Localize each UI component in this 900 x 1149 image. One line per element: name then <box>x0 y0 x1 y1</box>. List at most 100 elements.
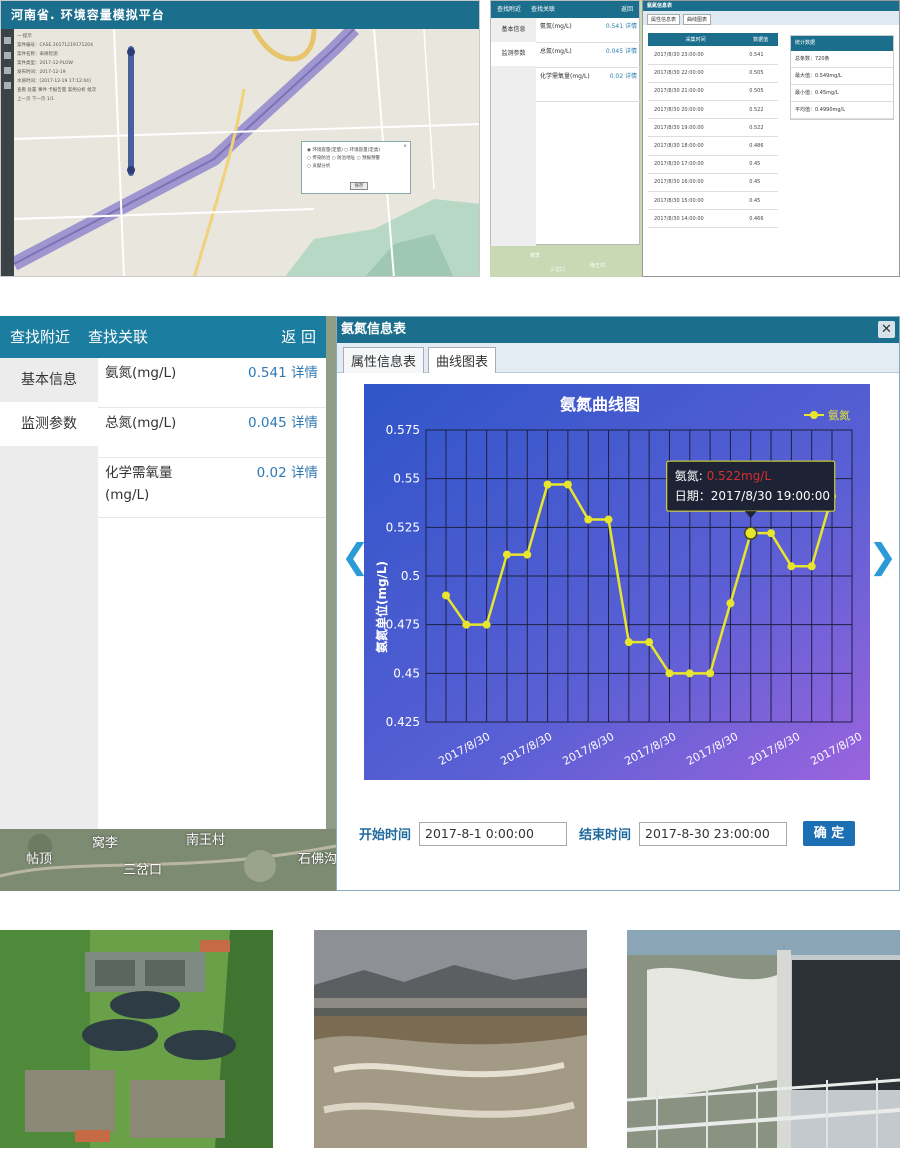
table-row: 2017/8/30 23:00:00 0.541 <box>648 46 778 65</box>
param-row-cod: 化学需氧量 (mg/L) 0.02 详情 <box>98 458 326 518</box>
data-point[interactable] <box>482 620 491 629</box>
detail-link[interactable]: 详情 <box>291 415 318 431</box>
table-row: 2017/8/30 22:00:00 0.505 <box>648 64 778 83</box>
param-row: 总氮(mg/L) 0.045 详情 <box>536 43 641 68</box>
analysis-dialog: × ◉ 环境容量(定量) ○ 环境容量(定类) ○ 传染防治 ○ 防治地址 ○ … <box>301 141 411 194</box>
chart-title: 氨氮曲线图 <box>560 395 640 414</box>
table-row: 2017/8/30 14:00:00 0.466 <box>648 209 778 229</box>
data-point[interactable] <box>502 550 511 559</box>
svg-text:日期：2017/8/30 19:00:00: 日期：2017/8/30 19:00:00 <box>675 489 830 503</box>
data-point[interactable] <box>685 669 694 678</box>
data-point[interactable] <box>563 480 572 489</box>
map-label: 帖顶 <box>26 852 53 867</box>
photo-aeration-tank-mountains <box>314 930 587 1148</box>
data-point[interactable] <box>665 669 674 678</box>
table-row: 2017/8/30 17:00:00 0.45 <box>648 155 778 174</box>
platform-title: 河南省. 环境容量模拟平台 <box>1 1 479 29</box>
table-row: 2017/8/30 21:00:00 0.505 <box>648 82 778 102</box>
tab-find-nearby[interactable]: 查找附近 <box>497 1 521 18</box>
data-point[interactable] <box>543 480 552 489</box>
param-row-total-nitrogen: 总氮(mg/L) 0.045 详情 <box>98 408 326 458</box>
chart-tooltip: 氨氮: 0.522mg/L 日期：2017/8/30 19:00:00 <box>666 460 836 519</box>
data-point[interactable] <box>726 599 735 608</box>
data-point[interactable] <box>807 562 816 571</box>
param-row: 化学需氧量(mg/L) 0.02 详情 <box>536 68 641 102</box>
window-title: 氨氮信息表 <box>643 1 899 11</box>
tab-find-related[interactable]: 查找关联 <box>531 1 555 18</box>
side-basic-info[interactable]: 基本信息 <box>0 358 98 402</box>
y-tick-label: 0.575 <box>386 423 420 437</box>
data-point[interactable] <box>767 529 776 538</box>
svg-text:氨氮: 氨氮 <box>828 408 850 422</box>
table-row: 2017/8/30 19:00:00 0.522 <box>648 118 778 138</box>
back-button[interactable]: 返 回 <box>281 316 316 358</box>
dialog-save-button[interactable]: 保存 <box>350 182 368 190</box>
start-time-label: 开始时间 <box>359 828 412 843</box>
data-point[interactable] <box>706 669 715 678</box>
settings-icon[interactable] <box>4 82 11 89</box>
table-row: 2017/8/30 15:00:00 0.45 <box>648 191 778 211</box>
stats-box: 统计数据 总条数：720条 最大值：0.549mg/L 最小值：0.45mg/L… <box>790 35 894 120</box>
map-label: 南王村 <box>186 833 226 848</box>
platform-screenshot: 河南省. 环境容量模拟平台 一·提示 案件编号：CASE 20171219171… <box>0 0 480 277</box>
data-point[interactable] <box>624 638 633 647</box>
data-point[interactable] <box>462 620 471 629</box>
map-label: 石佛沟 <box>298 852 338 867</box>
photo-aeration-tank-railing <box>627 930 900 1148</box>
tab-find-nearby[interactable]: 查找附近 <box>10 316 70 358</box>
svg-text:氨氮: 0.522mg/L: 氨氮: 0.522mg/L <box>675 468 772 483</box>
y-tick-label: 0.45 <box>393 666 420 680</box>
tab-find-related[interactable]: 查找关联 <box>88 316 148 358</box>
confirm-button[interactable]: 确 定 <box>803 821 856 846</box>
param-row-ammonia: 氨氮(mg/L) 0.541 详情 <box>98 358 326 408</box>
query-panel: 查找附近 查找关联 返回 基本信息 监测参数 氨氮(mg/L) 0.541 详情 … <box>490 0 641 246</box>
back-button[interactable]: 返回 <box>621 1 633 18</box>
tab-attribute-table[interactable]: 属性信息表 <box>343 347 425 373</box>
map-label: 窝李 <box>92 836 119 851</box>
side-monitor-params[interactable]: 监测参数 <box>0 402 98 446</box>
zoom-slider[interactable] <box>126 46 136 176</box>
side-basic-info[interactable]: 基本信息 <box>491 18 536 42</box>
window-title: 氨氮信息表 <box>341 322 407 337</box>
y-tick-label: 0.55 <box>393 472 420 486</box>
tool-rail <box>1 29 14 276</box>
y-tick-label: 0.475 <box>386 618 420 632</box>
monitor-screenshot-large: 查找附近 查找关联 返 回 基本信息 监测参数 氨氮(mg/L) 0.541 详… <box>0 316 900 891</box>
y-tick-label: 0.525 <box>386 520 420 534</box>
start-time-input[interactable]: 2017-8-1 0:00:00 <box>419 821 568 846</box>
data-point[interactable] <box>442 591 450 600</box>
map-label: 三岔口 <box>123 863 163 878</box>
side-monitor-params[interactable]: 监测参数 <box>491 42 536 66</box>
ammonia-info-window: 氨氮信息表 ✕ 属性信息表 曲线图表 ❮ ❯ 氨氮曲线图 氨氮 氨氮单位(mg/… <box>336 316 900 891</box>
data-point[interactable] <box>787 562 796 571</box>
next-arrow-icon[interactable]: ❯ <box>869 537 898 577</box>
detail-link[interactable]: 详情 <box>291 465 318 481</box>
tab-curve-chart[interactable]: 曲线图表 <box>683 14 712 25</box>
table-row: 2017/8/30 20:00:00 0.522 <box>648 100 778 120</box>
data-point[interactable] <box>604 515 613 524</box>
dialog-close-icon[interactable]: × <box>403 143 407 151</box>
ammonia-line-chart: 氨氮曲线图 氨氮 氨氮单位(mg/L) 0.575 0.55 0.525 0.5 0.4… <box>364 384 870 780</box>
data-point[interactable] <box>645 638 654 647</box>
data-point[interactable] <box>584 515 593 524</box>
data-point[interactable] <box>743 526 758 540</box>
close-icon[interactable]: ✕ <box>878 321 895 338</box>
photo-aerial-treatment-plant <box>0 930 273 1148</box>
y-tick-label: 0.5 <box>401 569 420 583</box>
end-time-input[interactable]: 2017-8-30 23:00:00 <box>639 821 788 846</box>
case-info: 一·提示 案件编号：CASE 20171219171204 案件名称：采样检测 … <box>17 34 97 102</box>
data-point[interactable] <box>523 550 532 559</box>
tab-attribute-table[interactable]: 属性信息表 <box>647 14 681 25</box>
table-row: 2017/8/30 16:00:00 0.45 <box>648 173 778 193</box>
layer-icon[interactable] <box>4 37 11 44</box>
col-value: 数据值 <box>743 33 778 46</box>
data-table: 采集时间 数据值 2017/8/30 23:00:00 0.541 2017/8/3… <box>648 33 778 229</box>
tab-curve-chart[interactable]: 曲线图表 <box>428 347 497 373</box>
list-icon[interactable] <box>4 52 11 59</box>
y-axis-label: 氨氮单位(mg/L) <box>374 561 389 653</box>
date-range-bar: 开始时间 2017-8-1 0:00:00 结束时间 2017-8-30 23:… <box>359 821 856 846</box>
query-panel-large: 查找附近 查找关联 返 回 基本信息 监测参数 氨氮(mg/L) 0.541 详… <box>0 316 326 829</box>
detail-link[interactable]: 详情 <box>291 365 318 381</box>
y-tick-label: 0.425 <box>386 715 420 729</box>
chart-icon[interactable] <box>4 67 11 74</box>
